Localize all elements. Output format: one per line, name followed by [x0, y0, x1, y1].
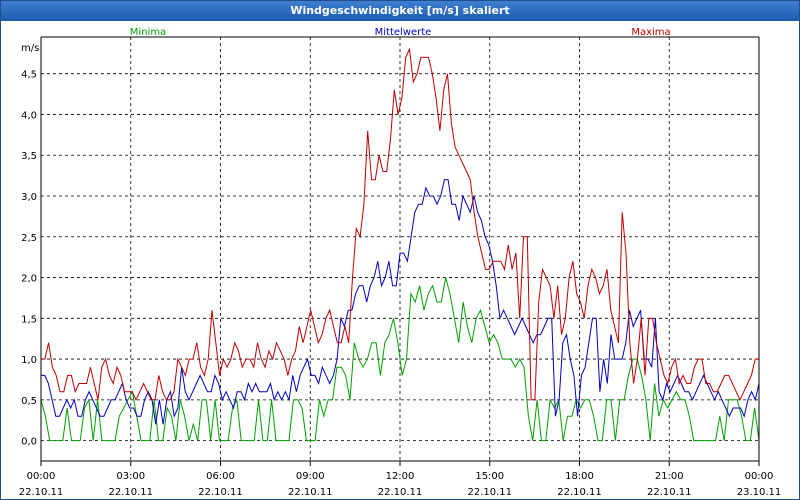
- x-tick-date: 22.10.11: [647, 487, 692, 498]
- x-tick-date: 22.10.11: [198, 487, 243, 498]
- y-tick-label: 2,0: [21, 274, 37, 285]
- x-tick-time: 09:00: [296, 471, 325, 482]
- x-tick-time: 03:00: [116, 471, 145, 482]
- x-tick-time: 00:00: [27, 471, 56, 482]
- x-tick-date: 22.10.11: [557, 487, 602, 498]
- x-tick-time: 12:00: [386, 471, 415, 482]
- x-tick-date: 23.10.11: [737, 487, 782, 498]
- chart-window: Windgeschwindigkeit [m/s] skaliert 0,0 0,…: [0, 0, 800, 500]
- legend: Minima Mittelwerte Maxima: [130, 27, 671, 38]
- y-tick-label: 4,5: [21, 70, 37, 81]
- x-tick-time: 21:00: [655, 471, 684, 482]
- x-tick-labels: 00:00 22.10.11 03:00 22.10.11 06:00 22.10.11 0…: [19, 471, 782, 498]
- y-axis-label: m/s: [21, 43, 39, 54]
- x-tick-date: 22.10.11: [378, 487, 423, 498]
- y-tick-label: 4,0: [21, 110, 37, 121]
- legend-maxima: Maxima: [631, 27, 670, 38]
- y-tick-label: 2,5: [21, 233, 37, 244]
- x-tick-date: 22.10.11: [467, 487, 512, 498]
- x-tick-date: 22.10.11: [19, 487, 64, 498]
- y-tick-labels: 0,0 0,5 1,0 1,5 2,0 2,5 3,0 3,5 4,0 4,5: [21, 70, 37, 448]
- y-tick-label: 3,0: [21, 192, 37, 203]
- y-tick-label: 1,0: [21, 355, 37, 366]
- y-tick-label: 0,0: [21, 437, 37, 448]
- legend-mittelwerte: Mittelwerte: [375, 27, 432, 38]
- x-tick-date: 22.10.11: [108, 487, 153, 498]
- y-tick-label: 0,5: [21, 396, 37, 407]
- x-tick-time: 15:00: [475, 471, 504, 482]
- x-tick-time: 06:00: [206, 471, 235, 482]
- y-tick-label: 3,5: [21, 151, 37, 162]
- y-tick-label: 1,5: [21, 314, 37, 325]
- legend-minima: Minima: [130, 27, 166, 38]
- wind-speed-chart: 0,0 0,5 1,0 1,5 2,0 2,5 3,0 3,5 4,0 4,5 00:00 22.1…: [19, 27, 782, 498]
- x-tick-date: 22.10.11: [288, 487, 333, 498]
- x-tick-time: 00:00: [745, 471, 774, 482]
- x-tick-time: 18:00: [565, 471, 594, 482]
